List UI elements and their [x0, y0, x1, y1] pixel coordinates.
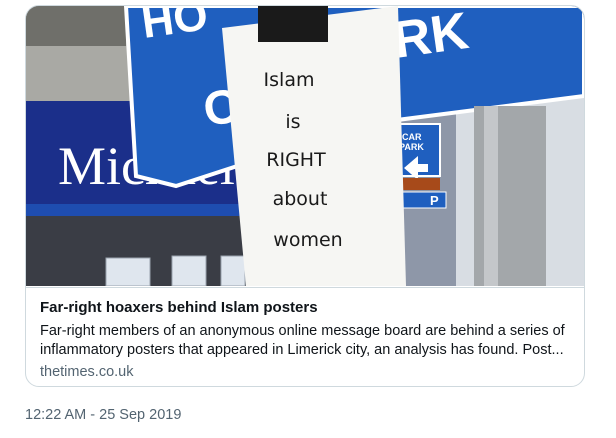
article-thumbnail[interactable]: Michael Rob HO RK O CAR PARK P Islam is — [26, 6, 584, 286]
tweet-timestamp[interactable]: 12:22 AM - 25 Sep 2019 — [25, 407, 181, 423]
car-park-sign-bottom: PARK — [399, 142, 424, 152]
poster-line-5: women — [273, 229, 342, 251]
poster-line-3: RIGHT — [266, 149, 326, 171]
poster-line-2: is — [285, 111, 300, 133]
svg-text:RK: RK — [390, 6, 473, 70]
card-domain[interactable]: thetimes.co.uk — [40, 363, 134, 381]
card-headline[interactable]: Far-right hoaxers behind Islam posters — [40, 299, 570, 317]
link-preview-card[interactable]: Michael Rob HO RK O CAR PARK P Islam is — [25, 5, 585, 387]
car-park-sign-top: CAR — [402, 132, 422, 142]
poster-line-4: about — [273, 188, 328, 210]
card-description: Far-right members of an anonymous online… — [40, 323, 565, 358]
parking-sign-letter: P — [430, 193, 439, 208]
poster-line-1: Islam — [264, 69, 315, 91]
article-photo: Michael Rob HO RK O CAR PARK P Islam is — [26, 6, 584, 286]
card-meta[interactable]: Far-right hoaxers behind Islam posters F… — [26, 287, 584, 386]
